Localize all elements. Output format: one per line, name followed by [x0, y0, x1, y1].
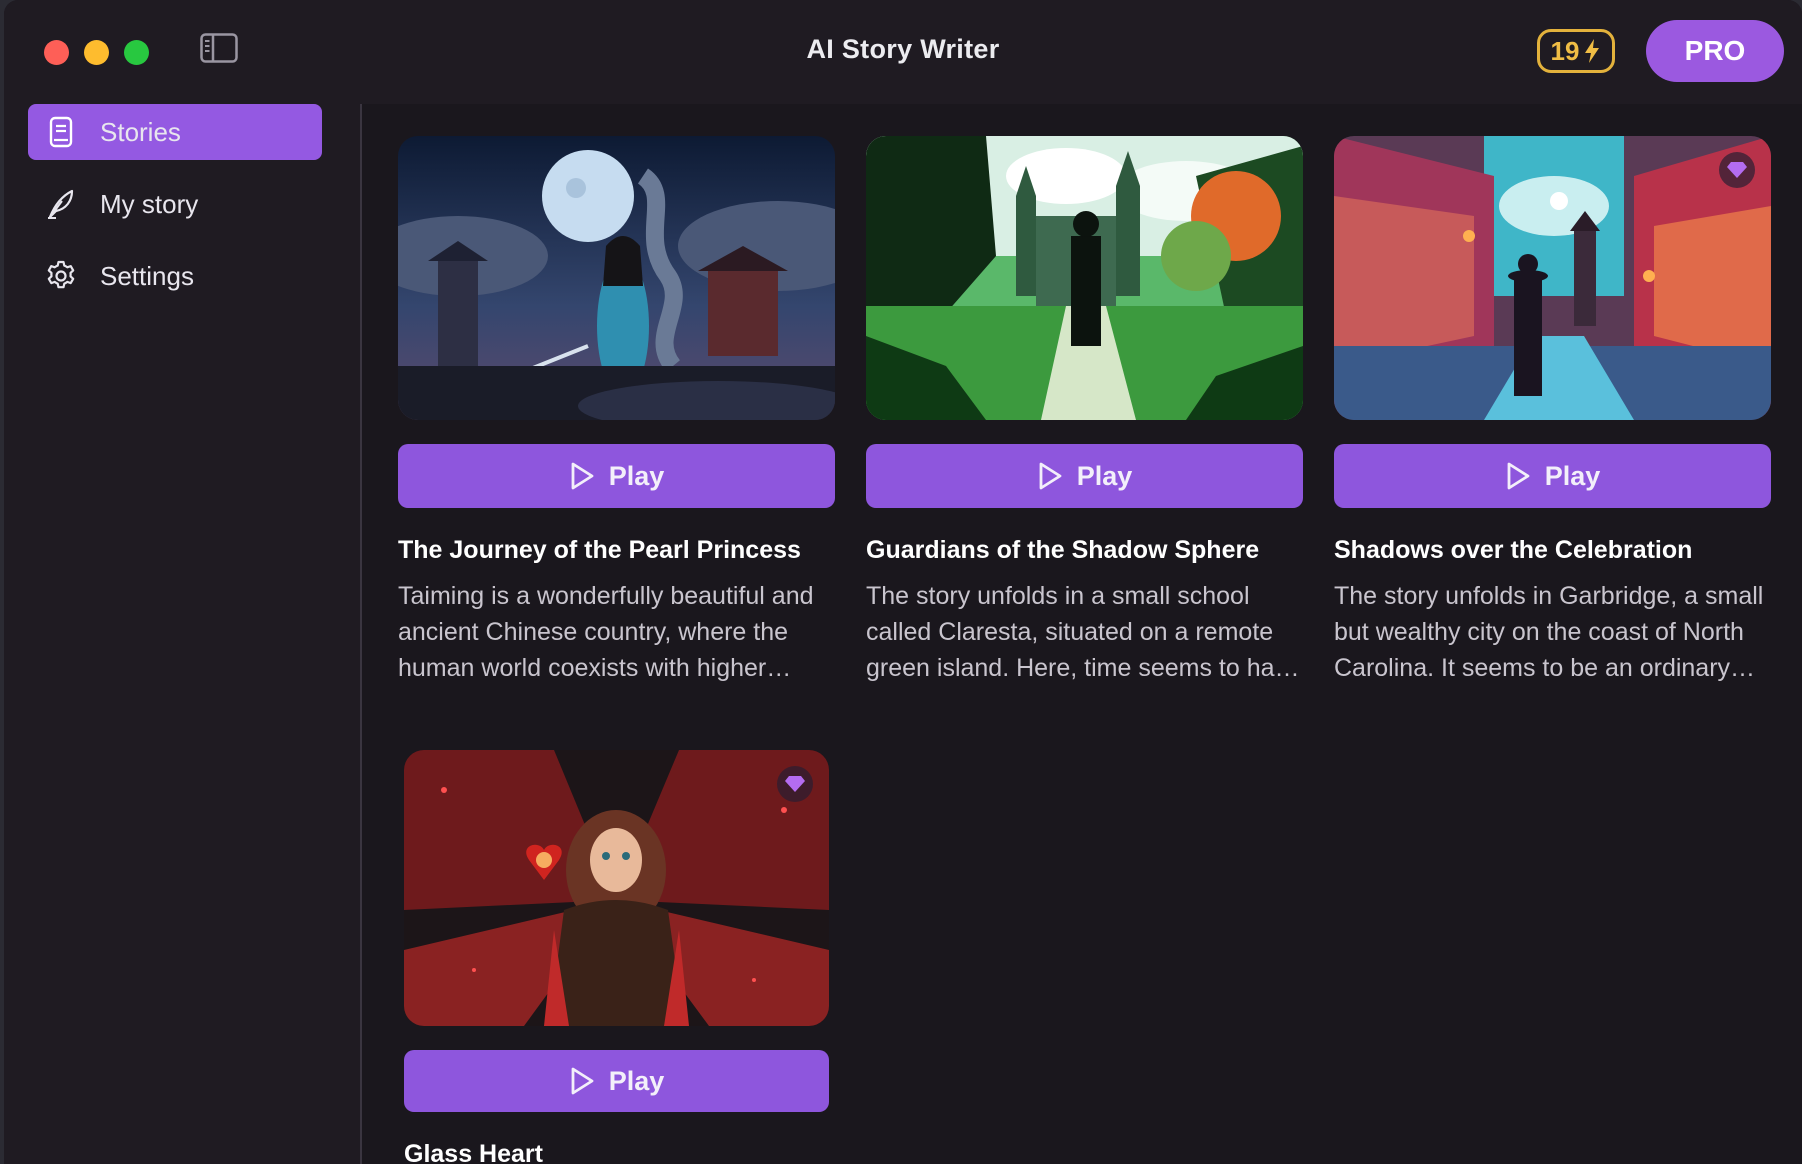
- feather-icon: [44, 187, 78, 221]
- lightning-icon: [1585, 39, 1600, 63]
- story-description: The story unfolds in Garbridge, a small …: [1334, 582, 1764, 682]
- premium-gem-icon: [1719, 152, 1755, 188]
- story-card: Play Glass Heart: [404, 750, 829, 1164]
- play-button[interactable]: Play: [866, 444, 1303, 508]
- story-card: Play The Journey of the Pearl Princess T…: [398, 136, 835, 696]
- story-description: Taiming is a wonderfully beautiful and a…: [398, 582, 814, 682]
- story-card: Play Guardians of the Shadow Sphere The …: [866, 136, 1303, 696]
- story-title[interactable]: The Journey of the Pearl Princess: [398, 536, 858, 565]
- premium-gem-icon: [777, 766, 813, 802]
- story-thumbnail[interactable]: [866, 136, 1303, 420]
- app-window: AI Story Writer 19 PRO Stories My story …: [4, 0, 1802, 1164]
- title-bar: AI Story Writer 19 PRO: [4, 0, 1802, 104]
- play-button[interactable]: Play: [1334, 444, 1771, 508]
- sidebar: Stories My story Settings: [4, 104, 362, 1164]
- story-title[interactable]: Glass Heart: [404, 1140, 864, 1164]
- story-title[interactable]: Guardians of the Shadow Sphere: [866, 536, 1326, 565]
- play-icon: [571, 1067, 594, 1095]
- sidebar-item-settings[interactable]: Settings: [28, 248, 322, 304]
- sidebar-item-stories[interactable]: Stories: [28, 104, 322, 160]
- play-label: Play: [1544, 460, 1601, 491]
- gear-icon: [44, 259, 78, 293]
- sidebar-item-label: My story: [100, 188, 199, 219]
- pro-button[interactable]: PRO: [1646, 20, 1784, 82]
- app-title: AI Story Writer: [806, 34, 1000, 64]
- play-icon: [1039, 462, 1062, 490]
- book-icon: [44, 115, 78, 149]
- sidebar-item-label: Settings: [100, 260, 194, 291]
- play-label: Play: [608, 460, 665, 491]
- play-button[interactable]: Play: [398, 444, 835, 508]
- play-icon: [1507, 462, 1530, 490]
- story-description: The story unfolds in a small school call…: [866, 582, 1301, 682]
- play-button[interactable]: Play: [404, 1050, 829, 1112]
- story-thumbnail[interactable]: [1334, 136, 1771, 420]
- sidebar-item-my-story[interactable]: My story: [28, 176, 322, 232]
- play-label: Play: [608, 1065, 665, 1096]
- credits-badge[interactable]: 19: [1537, 29, 1615, 73]
- story-card: Play Shadows over the Celebration The st…: [1334, 136, 1771, 696]
- stories-grid: Play The Journey of the Pearl Princess T…: [362, 104, 1802, 1164]
- play-label: Play: [1076, 460, 1133, 491]
- story-thumbnail[interactable]: [404, 750, 829, 1026]
- credits-count: 19: [1550, 35, 1580, 66]
- story-title[interactable]: Shadows over the Celebration: [1334, 536, 1794, 565]
- story-thumbnail[interactable]: [398, 136, 835, 420]
- sidebar-item-label: Stories: [100, 116, 181, 147]
- play-icon: [571, 462, 594, 490]
